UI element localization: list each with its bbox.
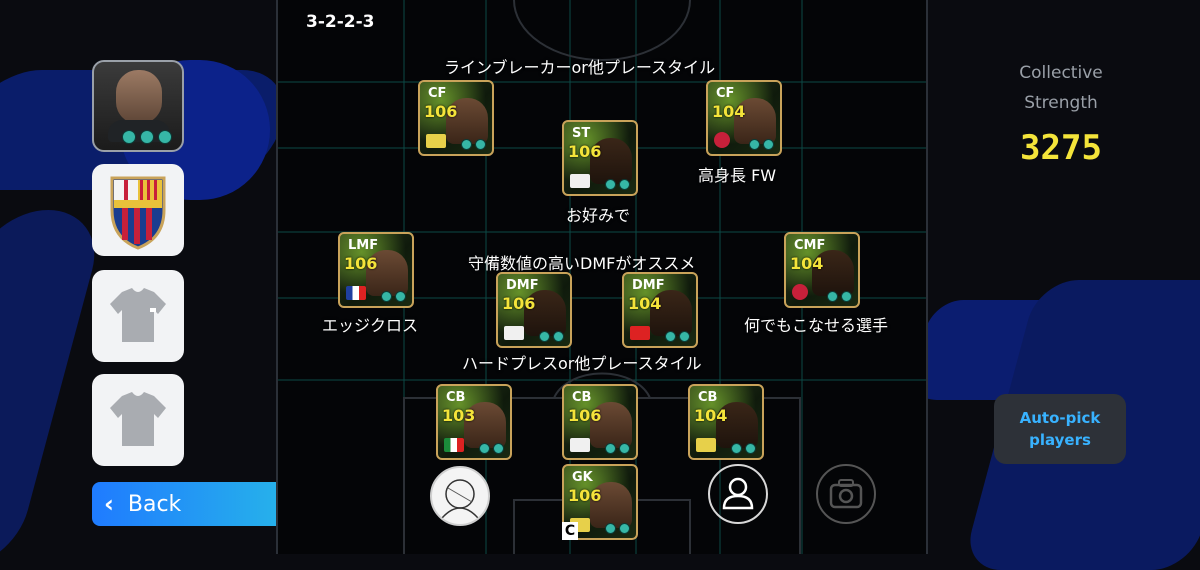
shirt-icon bbox=[110, 392, 166, 446]
club-emblem-button[interactable] bbox=[92, 164, 184, 256]
player-rating: 106 bbox=[424, 102, 458, 121]
auto-pick-label-line1: Auto-pick bbox=[1019, 409, 1101, 427]
auto-pick-label-line2: players bbox=[1029, 431, 1091, 449]
player-position: CF bbox=[716, 86, 735, 101]
profile-button[interactable] bbox=[708, 464, 768, 524]
pitch: 3-2-2-3 ラインブレーカーor他プレースタイル お好みで 高身長 FW 守… bbox=[276, 0, 928, 554]
player-card-cmf[interactable]: CMF 104 bbox=[784, 232, 860, 308]
player-rating: 106 bbox=[568, 406, 602, 425]
skill-dots bbox=[665, 331, 690, 342]
club-badge-icon bbox=[696, 438, 716, 452]
skill-dots bbox=[605, 523, 630, 534]
club-badge-icon bbox=[570, 174, 590, 188]
player-rating: 104 bbox=[694, 406, 728, 425]
collective-strength-value: 3275 bbox=[1020, 128, 1102, 168]
annotation-rcf: 高身長 FW bbox=[698, 166, 777, 185]
skill-dots bbox=[479, 443, 504, 454]
collective-strength-label-line1: Collective bbox=[1019, 63, 1103, 83]
chevron-left-icon: ‹ bbox=[104, 490, 114, 518]
player-card-lmf[interactable]: LMF 106 bbox=[338, 232, 414, 308]
back-label: Back bbox=[127, 491, 182, 517]
player-position: CB bbox=[446, 390, 466, 405]
club-badge-icon bbox=[792, 284, 808, 300]
manager-portrait bbox=[116, 70, 162, 124]
flag-icon bbox=[346, 286, 366, 300]
player-position: CB bbox=[572, 390, 592, 405]
player-position: DMF bbox=[632, 278, 665, 293]
sticker-avatar-button[interactable] bbox=[430, 466, 490, 526]
player-card-rcb[interactable]: CB 104 bbox=[688, 384, 764, 460]
club-badge-icon bbox=[426, 134, 446, 148]
club-badge-icon bbox=[630, 326, 650, 340]
fcb-crest-icon bbox=[110, 176, 166, 250]
formation-label: 3-2-2-3 bbox=[306, 12, 375, 32]
sketch-character-icon bbox=[441, 479, 479, 519]
player-rating: 106 bbox=[568, 142, 602, 161]
player-position: DMF bbox=[506, 278, 539, 293]
annotation-lmf: エッジクロス bbox=[322, 316, 419, 335]
club-badge-icon bbox=[714, 132, 730, 148]
player-card-dmf-1[interactable]: DMF 106 bbox=[496, 272, 572, 348]
player-rating: 103 bbox=[442, 406, 476, 425]
manager-card[interactable] bbox=[92, 60, 184, 152]
person-icon bbox=[722, 477, 754, 510]
skill-dots bbox=[749, 139, 774, 150]
annotation-cmf: 何でもこなせる選手 bbox=[744, 316, 889, 335]
player-rating: 106 bbox=[568, 486, 602, 505]
skill-dots bbox=[461, 139, 486, 150]
annotation-top: ラインブレーカーor他プレースタイル bbox=[444, 58, 716, 77]
player-card-ccb[interactable]: CB 106 bbox=[562, 384, 638, 460]
annotation-mid-top: 守備数値の高いDMFがオススメ bbox=[468, 254, 696, 273]
player-card-lcb[interactable]: CB 103 bbox=[436, 384, 512, 460]
camera-icon bbox=[829, 479, 863, 509]
player-card-rcf[interactable]: CF 104 bbox=[706, 80, 782, 156]
flag-icon bbox=[444, 438, 464, 452]
player-position: CF bbox=[428, 86, 447, 101]
home-kit-button[interactable] bbox=[92, 270, 184, 362]
player-rating: 106 bbox=[502, 294, 536, 313]
player-position: LMF bbox=[348, 238, 379, 253]
away-kit-button[interactable] bbox=[92, 374, 184, 466]
player-position: CMF bbox=[794, 238, 826, 253]
collective-strength-label-line2: Strength bbox=[1024, 93, 1098, 113]
player-position: CB bbox=[698, 390, 718, 405]
skill-dots bbox=[539, 331, 564, 342]
player-position: GK bbox=[572, 470, 593, 485]
player-rating: 104 bbox=[628, 294, 662, 313]
captain-badge: C bbox=[562, 522, 578, 540]
player-card-lcf[interactable]: CF 106 bbox=[418, 80, 494, 156]
club-badge-icon bbox=[504, 326, 524, 340]
skill-dots bbox=[731, 443, 756, 454]
skill-dots bbox=[381, 291, 406, 302]
back-button[interactable]: ‹ Back bbox=[92, 482, 300, 526]
player-card-st[interactable]: ST 106 bbox=[562, 120, 638, 196]
camera-button[interactable] bbox=[816, 464, 876, 524]
annotation-mid-bottom: ハードプレスor他プレースタイル bbox=[462, 354, 702, 373]
skill-dots bbox=[605, 179, 630, 190]
manager-skill-dots bbox=[122, 130, 172, 144]
player-position: ST bbox=[572, 126, 591, 141]
player-rating: 104 bbox=[790, 254, 824, 273]
skill-dots bbox=[827, 291, 852, 302]
player-rating: 106 bbox=[344, 254, 378, 273]
shirt-icon bbox=[110, 288, 166, 342]
club-badge-icon bbox=[570, 438, 590, 452]
collective-strength-label: Collective Strength bbox=[1000, 58, 1122, 118]
auto-pick-button[interactable]: Auto-pick players bbox=[994, 394, 1126, 464]
player-card-dmf-2[interactable]: DMF 104 bbox=[622, 272, 698, 348]
player-rating: 104 bbox=[712, 102, 746, 121]
annotation-st: お好みで bbox=[566, 206, 631, 225]
skill-dots bbox=[605, 443, 630, 454]
